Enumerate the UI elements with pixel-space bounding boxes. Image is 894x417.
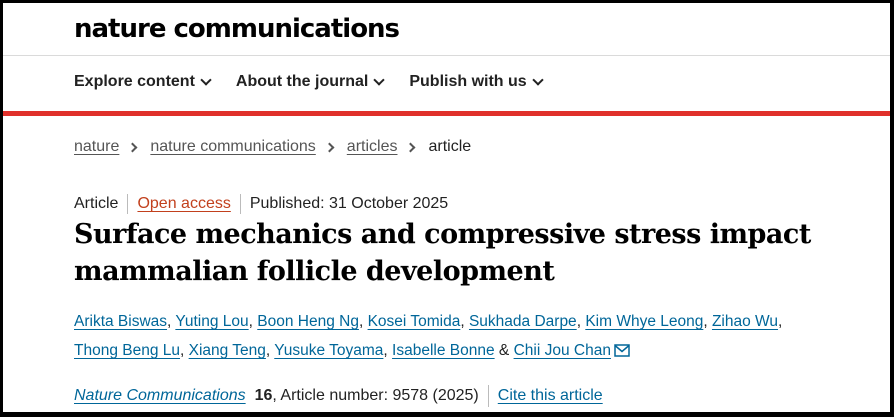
meta-divider bbox=[239, 194, 241, 214]
breadcrumb-articles[interactable]: articles bbox=[347, 138, 398, 156]
nav-about-journal[interactable]: About the journal bbox=[235, 73, 386, 91]
author-link[interactable]: Arikta Biswas bbox=[74, 313, 167, 330]
open-access-link[interactable]: Open access bbox=[137, 193, 230, 215]
chevron-right-icon bbox=[324, 142, 335, 152]
chevron-down-icon bbox=[532, 74, 544, 86]
nav-label: Publish with us bbox=[409, 73, 527, 90]
page-frame: nature communications Explore content Ab… bbox=[0, 0, 894, 417]
nav-label: About the journal bbox=[235, 73, 369, 90]
author-link[interactable]: Thong Beng Lu bbox=[74, 342, 180, 359]
author-link[interactable]: Xiang Teng bbox=[189, 342, 266, 359]
breadcrumb-nature[interactable]: nature bbox=[74, 138, 119, 156]
chevron-right-icon bbox=[127, 142, 138, 152]
author-list: Arikta Biswas, Yuting Lou, Boon Heng Ng,… bbox=[74, 307, 834, 367]
envelope-icon[interactable] bbox=[614, 338, 630, 367]
chevron-down-icon bbox=[200, 74, 212, 86]
article-title: Surface mechanics and compressive stress… bbox=[74, 219, 811, 287]
site-logo[interactable]: nature communications bbox=[74, 9, 400, 49]
volume-number: 16 bbox=[254, 387, 273, 404]
author-link[interactable]: Sukhada Darpe bbox=[469, 313, 577, 330]
nav-label: Explore content bbox=[74, 73, 195, 90]
breadcrumb: nature nature communications articles ar… bbox=[74, 138, 471, 156]
chevron-down-icon bbox=[373, 74, 386, 86]
nav-explore-content[interactable]: Explore content bbox=[74, 73, 212, 91]
author-link[interactable]: Zihao Wu bbox=[712, 313, 778, 330]
breadcrumb-nature-communications[interactable]: nature communications bbox=[150, 138, 315, 156]
journal-link[interactable]: Nature Communications bbox=[74, 385, 246, 407]
author-link-corresponding[interactable]: Chii Jou Chan bbox=[514, 342, 611, 359]
citation-line: Nature Communications 16 , Article numbe… bbox=[74, 385, 603, 407]
breadcrumb-current: article bbox=[428, 138, 472, 155]
header-accent-bar bbox=[3, 111, 890, 116]
article-meta: Article Open access Published: 31 Octobe… bbox=[74, 193, 448, 215]
cite-this-article-link[interactable]: Cite this article bbox=[498, 385, 603, 407]
main-nav: Explore content About the journal Publis… bbox=[74, 73, 568, 91]
header-divider bbox=[3, 55, 890, 56]
chevron-right-icon bbox=[406, 142, 416, 152]
meta-divider bbox=[127, 194, 129, 214]
author-link[interactable]: Yuting Lou bbox=[175, 313, 248, 330]
article-type: Article bbox=[74, 195, 119, 212]
article-number: , Article number: 9578 (2025) bbox=[272, 387, 479, 404]
author-and: & bbox=[498, 342, 510, 359]
author-link[interactable]: Kosei Tomida bbox=[368, 313, 461, 330]
author-link[interactable]: Isabelle Bonne bbox=[392, 342, 495, 359]
published-date: Published: 31 October 2025 bbox=[249, 195, 449, 212]
author-link[interactable]: Yusuke Toyama bbox=[274, 342, 383, 359]
citation-divider bbox=[487, 385, 489, 407]
author-link[interactable]: Boon Heng Ng bbox=[257, 313, 359, 330]
nav-publish-with-us[interactable]: Publish with us bbox=[409, 73, 544, 91]
author-link[interactable]: Kim Whye Leong bbox=[585, 313, 703, 330]
